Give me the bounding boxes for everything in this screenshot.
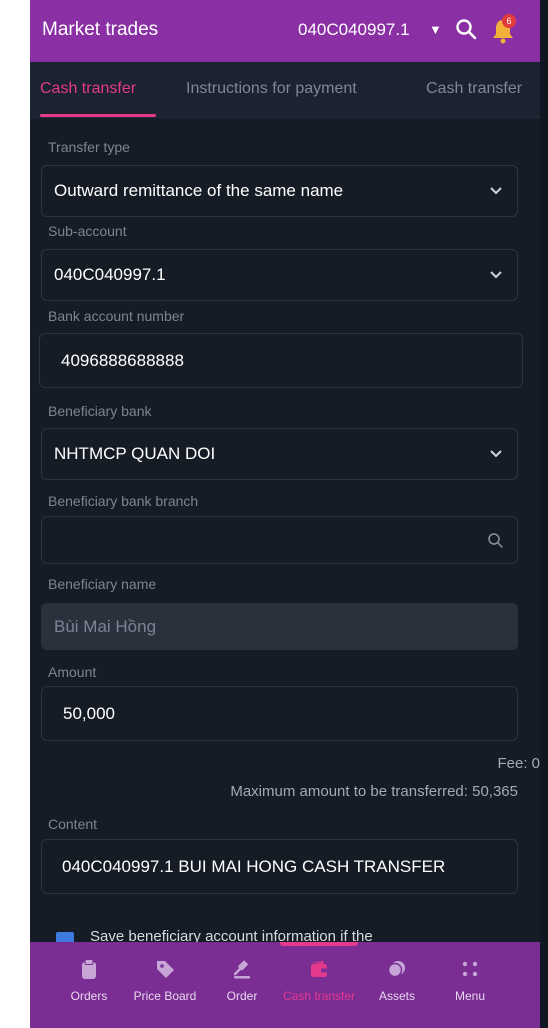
nav-menu[interactable]: Menu (442, 942, 498, 1028)
content-input[interactable]: 040C040997.1 BUI MAI HONG CASH TRANSFER (41, 839, 518, 894)
wallet-icon (311, 961, 327, 977)
account-selector[interactable]: 040C040997.1 (298, 20, 410, 40)
fee-text: Fee: 0 (497, 755, 540, 772)
tag-icon (157, 961, 174, 978)
nav-label-orders: Orders (70, 989, 108, 1003)
beneficiary-bank-select[interactable]: NHTMCP QUAN DOI (41, 428, 518, 480)
notification-badge: 6 (502, 14, 516, 28)
grid-dots-icon (462, 961, 478, 977)
chevron-down-icon (490, 271, 502, 279)
gavel-icon (233, 960, 250, 979)
nav-assets[interactable]: Assets (368, 942, 426, 1028)
bank-account-number-input[interactable]: 4096888688888 (39, 333, 523, 388)
amount-input[interactable]: 50,000 (41, 686, 518, 741)
nav-orders[interactable]: Orders (60, 942, 118, 1028)
beneficiary-name-value: Bùi Mai Hồng (54, 616, 157, 636)
app-header: Market trades 040C040997.1 ▼ 6 (30, 0, 540, 62)
save-beneficiary-text: Save beneficiary account information if … (90, 928, 373, 942)
nav-label-cash-transfer: Cash transfer (282, 989, 356, 1003)
beneficiary-bank-label: Beneficiary bank (48, 403, 152, 419)
search-icon[interactable] (454, 17, 478, 41)
beneficiary-bank-branch-label: Beneficiary bank branch (48, 493, 199, 509)
search-icon[interactable] (487, 532, 503, 548)
tab-cash-transfer-history[interactable]: Cash transfer (426, 80, 522, 98)
transfer-type-select[interactable]: Outward remittance of the same name (41, 165, 518, 217)
beneficiary-bank-branch-input[interactable] (41, 516, 518, 564)
chevron-down-icon (490, 187, 502, 195)
tab-instructions-for-payment[interactable]: Instructions for payment (186, 80, 357, 98)
sub-account-select[interactable]: 040C040997.1 (41, 249, 518, 301)
nav-label-assets: Assets (378, 989, 415, 1003)
sub-account-label: Sub-account (48, 223, 127, 239)
content-value: 040C040997.1 BUI MAI HONG CASH TRANSFER (62, 856, 446, 876)
content-label: Content (48, 816, 98, 832)
nav-label-price-board: Price Board (133, 989, 197, 1003)
beneficiary-bank-value: NHTMCP QUAN DOI (54, 444, 216, 463)
bottom-navigation: Orders Price Board Order Cash transfer A… (30, 942, 540, 1028)
chevron-down-icon (490, 450, 502, 458)
amount-label: Amount (48, 664, 97, 680)
caret-down-icon[interactable]: ▼ (429, 22, 442, 37)
nav-price-board[interactable]: Price Board (125, 942, 205, 1028)
transfer-type-label: Transfer type (48, 139, 130, 155)
active-tab-indicator (40, 114, 156, 117)
bank-account-number-label: Bank account number (48, 308, 185, 324)
transfer-type-value: Outward remittance of the same name (54, 181, 344, 200)
app-screen: Market trades 040C040997.1 ▼ 6 Cash tran… (30, 0, 540, 1028)
save-beneficiary-checkbox[interactable] (56, 932, 74, 942)
sub-account-value: 040C040997.1 (54, 265, 166, 284)
coins-icon (387, 961, 405, 978)
clipboard-icon (82, 959, 96, 979)
page-title: Market trades (42, 19, 159, 40)
beneficiary-name-field: Bùi Mai Hồng (41, 603, 518, 650)
max-amount-text: Maximum amount to be transferred: 50,365 (230, 783, 518, 800)
nav-label-menu: Menu (454, 989, 486, 1003)
screen-edge (540, 0, 548, 1028)
tab-bar: Cash transfer Instructions for payment C… (30, 62, 540, 118)
nav-cash-transfer[interactable]: Cash transfer (276, 942, 362, 1028)
tab-cash-transfer[interactable]: Cash transfer (40, 80, 136, 98)
nav-label-order: Order (226, 989, 258, 1003)
amount-value: 50,000 (63, 703, 115, 723)
nav-order[interactable]: Order (216, 942, 268, 1028)
beneficiary-name-label: Beneficiary name (48, 576, 157, 592)
bank-account-number-value: 4096888688888 (61, 350, 184, 370)
